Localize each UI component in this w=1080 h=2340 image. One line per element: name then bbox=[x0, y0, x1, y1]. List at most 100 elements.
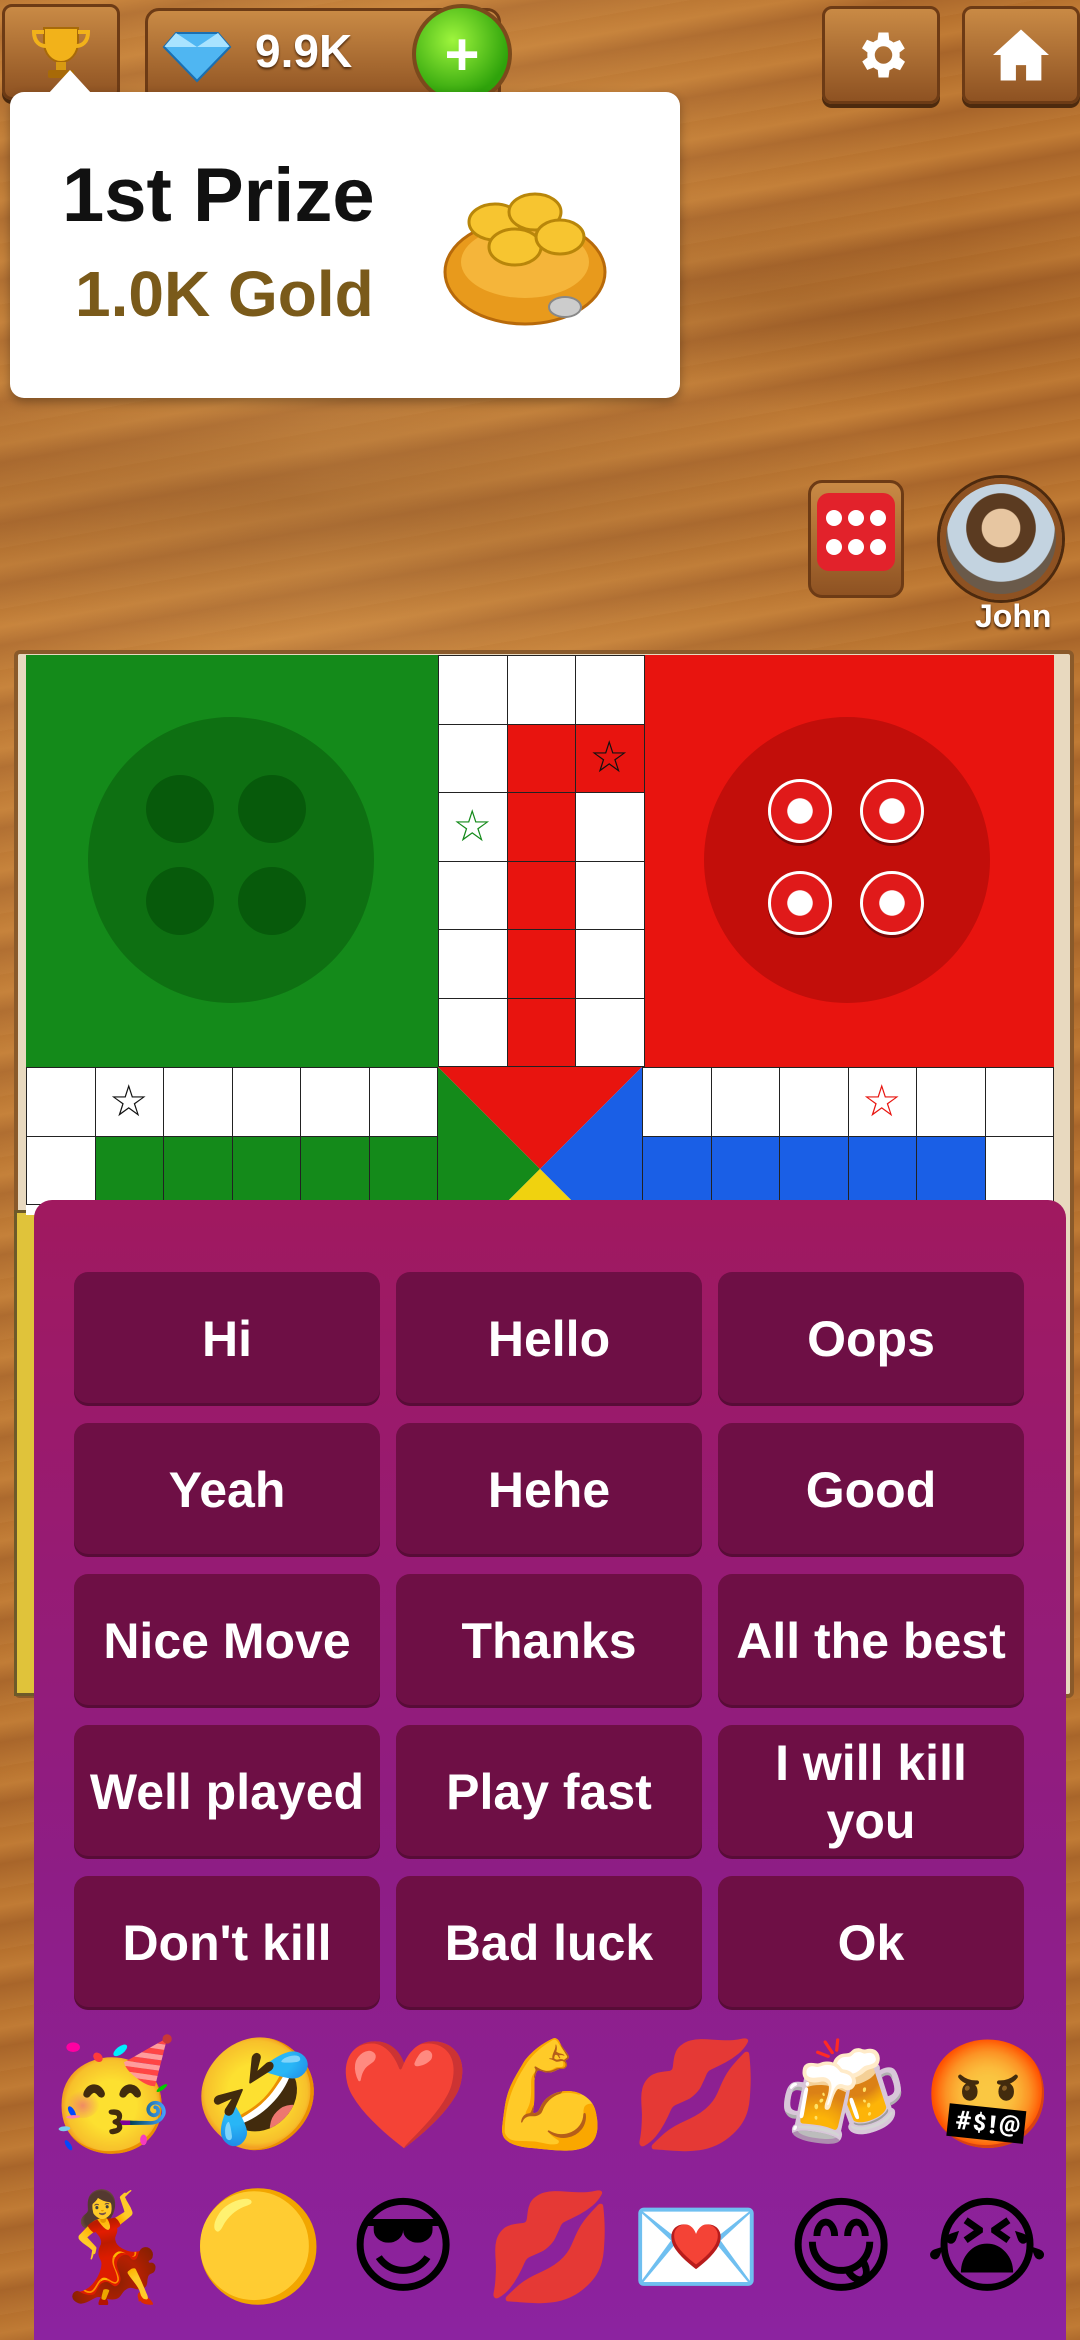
track-cell[interactable] bbox=[163, 1135, 233, 1205]
track-cell[interactable] bbox=[575, 929, 645, 999]
red-token[interactable] bbox=[768, 871, 832, 935]
prize-tooltip: 1st Prize 1.0K Gold bbox=[10, 70, 680, 398]
track-cell[interactable] bbox=[575, 792, 645, 862]
dice-button[interactable] bbox=[808, 480, 904, 598]
track-cell[interactable] bbox=[984, 1135, 1054, 1205]
kiss-lips-emoji-button[interactable]: 💋 bbox=[630, 2030, 762, 2160]
quick-message-button[interactable]: I will kill you bbox=[718, 1725, 1024, 1859]
track-cell[interactable] bbox=[916, 1067, 986, 1137]
yum-face-emoji-button[interactable]: 😋 bbox=[776, 2182, 906, 2312]
green-token-slot bbox=[238, 775, 306, 843]
player-name: John bbox=[975, 598, 1052, 634]
green-token-slot bbox=[146, 775, 214, 843]
plus-icon: + bbox=[444, 20, 480, 88]
track-cell[interactable] bbox=[506, 929, 576, 999]
player-avatar[interactable] bbox=[940, 478, 1062, 600]
track-cell[interactable] bbox=[506, 860, 576, 930]
dice-six-icon bbox=[817, 493, 895, 571]
rolling-laughing-emoji-button[interactable]: 🤣 bbox=[192, 2030, 324, 2160]
safe-star-icon: ☆ bbox=[452, 801, 492, 851]
safe-star-icon: ☆ bbox=[862, 1076, 902, 1126]
quick-message-button[interactable]: Yeah bbox=[74, 1423, 380, 1557]
quick-chat-panel: Hi Hello Oops Yeah Hehe Good Nice Move Thanks Al… bbox=[34, 1200, 1066, 2340]
track-cell[interactable] bbox=[710, 1135, 780, 1205]
party-face-emoji-button[interactable]: 🥳 bbox=[46, 2030, 178, 2160]
track-cell[interactable] bbox=[575, 860, 645, 930]
quick-message-button[interactable]: Nice Move bbox=[74, 1574, 380, 1708]
track-cell[interactable] bbox=[438, 929, 508, 999]
track-cell[interactable] bbox=[642, 1067, 712, 1137]
track-cell[interactable] bbox=[506, 655, 576, 725]
flexed-biceps-emoji-button[interactable]: 💪 bbox=[484, 2030, 616, 2160]
gem-count: 9.9K bbox=[255, 25, 353, 77]
track-cell[interactable] bbox=[163, 1067, 233, 1137]
quick-message-button[interactable]: Hehe bbox=[396, 1423, 702, 1557]
dancer-emoji-button[interactable]: 💃 bbox=[46, 2182, 178, 2312]
track-cell[interactable] bbox=[438, 655, 508, 725]
love-letter-emoji-button[interactable]: 💌 bbox=[630, 2182, 762, 2312]
green-token-slot bbox=[146, 867, 214, 935]
add-gems-button[interactable]: + bbox=[412, 4, 512, 104]
quick-message-button[interactable]: Bad luck bbox=[396, 1876, 702, 2010]
track-cell[interactable] bbox=[575, 655, 645, 725]
quick-message-button[interactable]: Hi bbox=[74, 1272, 380, 1406]
red-token[interactable] bbox=[860, 871, 924, 935]
track-cell[interactable] bbox=[916, 1135, 986, 1205]
track-cell[interactable] bbox=[779, 1135, 849, 1205]
green-token-slot bbox=[238, 867, 306, 935]
ludo-board[interactable]: ☆ ☆ ☆ ☆ bbox=[26, 655, 1054, 1215]
sunglasses-face-emoji-button[interactable]: 😎 bbox=[338, 2182, 468, 2312]
track-cell[interactable] bbox=[506, 997, 576, 1067]
track-cell[interactable] bbox=[438, 723, 508, 793]
prize-amount: 1.0K Gold bbox=[75, 258, 374, 330]
track-cell[interactable] bbox=[779, 1067, 849, 1137]
yellow-circle-emoji-button[interactable]: 🟡 bbox=[192, 2182, 324, 2312]
track-cell[interactable] bbox=[26, 1067, 96, 1137]
track-cell[interactable] bbox=[438, 860, 508, 930]
track-cell[interactable] bbox=[300, 1135, 370, 1205]
safe-star-icon: ☆ bbox=[109, 1076, 149, 1126]
lips-emoji-button[interactable]: 💋 bbox=[484, 2182, 616, 2312]
quick-message-button[interactable]: Thanks bbox=[396, 1574, 702, 1708]
diamond-icon bbox=[162, 32, 232, 83]
gold-coin-bag-icon bbox=[443, 192, 607, 326]
track-cell[interactable] bbox=[94, 1135, 164, 1205]
quick-message-button[interactable]: Well played bbox=[74, 1725, 380, 1859]
track-cell[interactable] bbox=[368, 1067, 438, 1137]
track-cell[interactable] bbox=[984, 1067, 1054, 1137]
track-cell[interactable] bbox=[710, 1067, 780, 1137]
quick-message-button[interactable]: Don't kill bbox=[74, 1876, 380, 2010]
track-cell[interactable] bbox=[575, 997, 645, 1067]
track-cell[interactable] bbox=[438, 997, 508, 1067]
track-cell[interactable] bbox=[506, 723, 576, 793]
crying-face-emoji-button[interactable]: 😭 bbox=[922, 2182, 1052, 2312]
home-icon bbox=[993, 29, 1049, 81]
safe-star-icon: ☆ bbox=[589, 733, 629, 783]
track-cell[interactable] bbox=[506, 792, 576, 862]
track-cell[interactable] bbox=[368, 1135, 438, 1205]
quick-message-button[interactable]: Ok bbox=[718, 1876, 1024, 2010]
quick-message-button[interactable]: All the best bbox=[718, 1574, 1024, 1708]
quick-message-button[interactable]: Good bbox=[718, 1423, 1024, 1557]
red-home bbox=[642, 655, 1054, 1067]
track-cell[interactable] bbox=[231, 1135, 301, 1205]
track-cell[interactable] bbox=[231, 1067, 301, 1137]
quick-message-button[interactable]: Play fast bbox=[396, 1725, 702, 1859]
center-finish bbox=[438, 1067, 642, 1215]
red-token[interactable] bbox=[768, 779, 832, 843]
red-heart-emoji-button[interactable]: ❤️ bbox=[338, 2030, 470, 2160]
cursing-face-emoji-button[interactable]: 🤬 bbox=[922, 2030, 1054, 2160]
green-home bbox=[26, 655, 438, 1067]
home-button[interactable] bbox=[962, 6, 1080, 104]
track-cell[interactable] bbox=[26, 1135, 96, 1205]
track-cell[interactable] bbox=[847, 1135, 917, 1205]
prize-title: 1st Prize bbox=[62, 153, 375, 238]
track-cell[interactable] bbox=[642, 1135, 712, 1205]
gear-icon bbox=[862, 32, 905, 78]
quick-message-button[interactable]: Hello bbox=[396, 1272, 702, 1406]
quick-message-button[interactable]: Oops bbox=[718, 1272, 1024, 1406]
red-token[interactable] bbox=[860, 779, 924, 843]
track-cell[interactable] bbox=[300, 1067, 370, 1137]
clinking-beer-emoji-button[interactable]: 🍻 bbox=[776, 2030, 908, 2160]
settings-button[interactable] bbox=[822, 6, 940, 104]
